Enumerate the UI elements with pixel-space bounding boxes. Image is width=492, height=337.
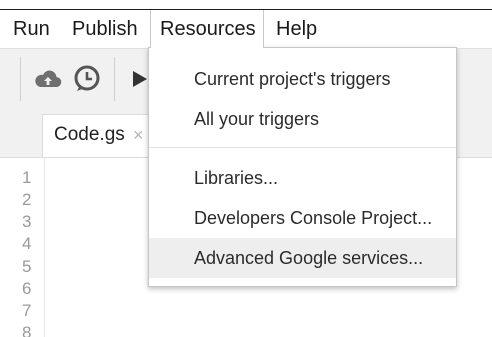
line-number: 7 — [22, 301, 32, 320]
script-editor-window: Run Publish Resources Help Code.gs × 1 2… — [0, 0, 492, 337]
menu-item-libraries[interactable]: Libraries... — [149, 158, 456, 198]
line-number: 1 — [22, 168, 32, 187]
line-number: 4 — [22, 234, 32, 253]
menu-publish[interactable]: Publish — [72, 10, 138, 48]
cloud-upload-icon[interactable] — [33, 64, 63, 94]
menu-item-developers-console-project[interactable]: Developers Console Project... — [149, 198, 456, 238]
toolbar-divider — [114, 57, 115, 101]
menu-item-current-project-triggers[interactable]: Current project's triggers — [149, 59, 456, 99]
line-number-gutter: 1 2 3 4 5 6 7 8 — [0, 158, 45, 337]
close-icon[interactable]: × — [133, 125, 144, 146]
menu-item-advanced-google-services[interactable]: Advanced Google services... — [149, 238, 456, 278]
menu-help[interactable]: Help — [276, 10, 317, 48]
line-number: 3 — [22, 212, 32, 231]
resources-dropdown-menu: Current project's triggers All your trig… — [148, 47, 457, 287]
line-number: 6 — [22, 279, 32, 298]
menu-run[interactable]: Run — [13, 10, 50, 48]
tab-label: Code.gs — [54, 124, 125, 145]
menu-bar: Run Publish Resources Help — [0, 10, 492, 48]
menu-divider — [149, 147, 456, 148]
toolbar-divider — [20, 57, 21, 101]
menu-resources[interactable]: Resources — [150, 10, 264, 48]
line-number: 2 — [22, 190, 32, 209]
clock-icon[interactable] — [72, 64, 102, 94]
line-number: 8 — [22, 323, 32, 337]
menu-item-all-your-triggers[interactable]: All your triggers — [149, 99, 456, 139]
line-number: 5 — [22, 257, 32, 276]
